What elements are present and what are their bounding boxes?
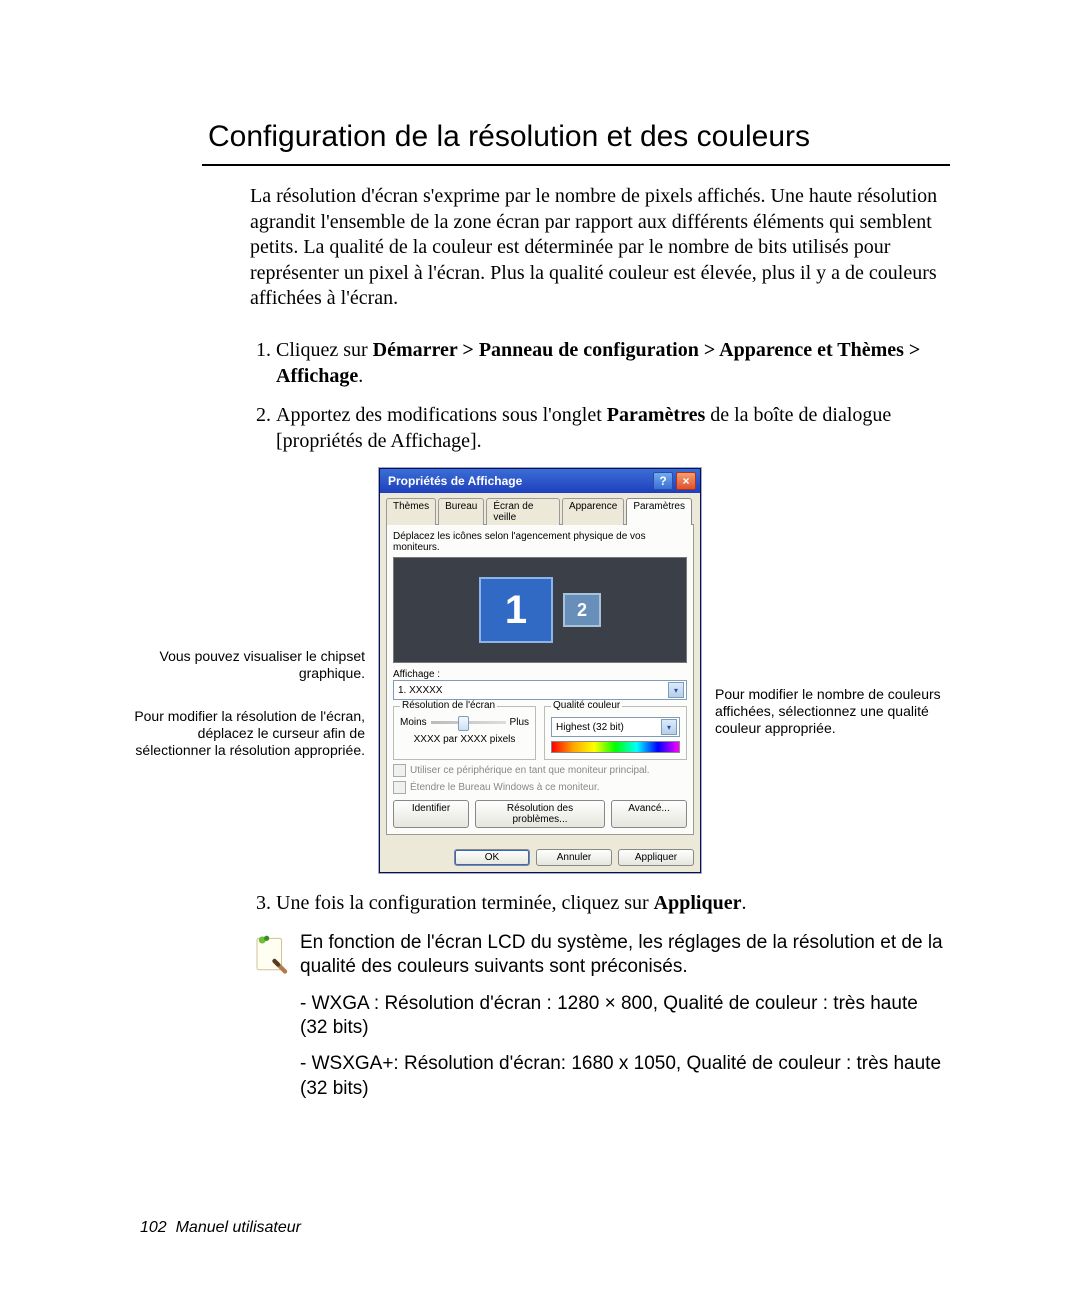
extend-desktop-checkbox[interactable]: Étendre le Bureau Windows à ce moniteur. bbox=[393, 781, 687, 794]
resolution-legend: Résolution de l'écran bbox=[400, 700, 497, 711]
step-3-bold: Appliquer bbox=[654, 892, 742, 914]
step-3: Une fois la configuration terminée, cliq… bbox=[276, 891, 950, 917]
display-properties-dialog: Propriétés de Affichage ? × Thèmes Burea… bbox=[379, 468, 701, 873]
color-quality-value: Highest (32 bit) bbox=[556, 722, 624, 733]
arrange-monitors-label: Déplacez les icônes selon l'agencement p… bbox=[393, 531, 687, 553]
right-callouts: Pour modifier le nombre de couleurs affi… bbox=[701, 468, 951, 740]
page-title: Configuration de la résolution et des co… bbox=[208, 120, 950, 154]
apply-button[interactable]: Appliquer bbox=[618, 849, 694, 866]
note-line-3: - WSXGA+: Résolution d'écran: 1680 x 105… bbox=[300, 1052, 950, 1101]
help-icon: ? bbox=[659, 474, 666, 488]
step-1: Cliquez sur Démarrer > Panneau de config… bbox=[276, 338, 950, 389]
resolution-readout: XXXX par XXXX pixels bbox=[400, 734, 529, 745]
callout-color-quality: Pour modifier le nombre de couleurs affi… bbox=[715, 686, 951, 736]
help-button[interactable]: ? bbox=[653, 472, 673, 490]
color-quality-select[interactable]: Highest (32 bit) ▾ bbox=[551, 717, 680, 737]
manual-page: Configuration de la résolution et des co… bbox=[0, 0, 1080, 1309]
step-3-pre: Une fois la configuration terminée, cliq… bbox=[276, 892, 654, 914]
resolution-min-label: Moins bbox=[400, 717, 427, 728]
color-quality-group: Qualité couleur Highest (32 bit) ▾ bbox=[544, 706, 687, 760]
step-1-post: . bbox=[358, 365, 363, 387]
checkbox-icon bbox=[393, 764, 406, 777]
step-3-post: . bbox=[741, 892, 746, 914]
left-callouts: Vous pouvez visualiser le chipset graphi… bbox=[129, 468, 379, 762]
resolution-slider[interactable] bbox=[431, 721, 506, 724]
page-footer: 102 Manuel utilisateur bbox=[140, 1219, 301, 1237]
dialog-title: Propriétés de Affichage bbox=[388, 474, 522, 488]
monitor-arrangement[interactable]: 1 2 bbox=[393, 557, 687, 663]
resolution-group: Résolution de l'écran Moins Plus XXXX pa… bbox=[393, 706, 536, 760]
display-field: Affichage : 1. XXXXX ▾ bbox=[393, 669, 687, 700]
primary-monitor-checkbox[interactable]: Utiliser ce périphérique en tant que mon… bbox=[393, 764, 687, 777]
display-value: 1. XXXXX bbox=[398, 685, 442, 696]
ok-button[interactable]: OK bbox=[454, 849, 530, 866]
chevron-down-icon[interactable]: ▾ bbox=[661, 719, 677, 735]
footer-label: Manuel utilisateur bbox=[176, 1219, 301, 1236]
step-2-bold: Paramètres bbox=[607, 404, 705, 426]
note-icon bbox=[250, 931, 300, 1113]
dialog-button-row: OK Annuler Appliquer bbox=[380, 841, 700, 872]
intro-paragraph: La résolution d'écran s'exprime par le n… bbox=[250, 184, 950, 312]
display-label: Affichage : bbox=[393, 669, 440, 680]
resolution-max-label: Plus bbox=[510, 717, 529, 728]
step-2-pre: Apportez des modifications sous l'onglet bbox=[276, 404, 607, 426]
checkbox-icon bbox=[393, 781, 406, 794]
tab-screensaver[interactable]: Écran de veille bbox=[486, 498, 560, 525]
settings-panel: Déplacez les icônes selon l'agencement p… bbox=[386, 524, 694, 835]
callout-chipset: Vous pouvez visualiser le chipset graphi… bbox=[129, 648, 365, 682]
color-spectrum-icon bbox=[551, 741, 680, 753]
tab-themes[interactable]: Thèmes bbox=[386, 498, 436, 525]
monitor-2-icon[interactable]: 2 bbox=[563, 593, 601, 627]
advanced-button[interactable]: Avancé... bbox=[611, 800, 687, 828]
note-text: En fonction de l'écran LCD du système, l… bbox=[300, 931, 950, 1113]
cancel-button[interactable]: Annuler bbox=[536, 849, 612, 866]
step-list-continued: Une fois la configuration terminée, cliq… bbox=[250, 891, 950, 917]
extend-desktop-label: Étendre le Bureau Windows à ce moniteur. bbox=[410, 782, 600, 793]
figure-row: Vous pouvez visualiser le chipset graphi… bbox=[0, 468, 1080, 873]
dialog-titlebar[interactable]: Propriétés de Affichage ? × bbox=[380, 469, 700, 493]
close-button[interactable]: × bbox=[676, 472, 696, 490]
note-line-2: - WXGA : Résolution d'écran : 1280 × 800… bbox=[300, 992, 950, 1041]
callout-resolution: Pour modifier la résolution de l'écran, … bbox=[129, 708, 365, 758]
step-list: Cliquez sur Démarrer > Panneau de config… bbox=[250, 338, 950, 454]
page-number: 102 bbox=[140, 1219, 167, 1236]
step-2: Apportez des modifications sous l'onglet… bbox=[276, 403, 950, 454]
dialog-tabs: Thèmes Bureau Écran de veille Apparence … bbox=[380, 493, 700, 524]
troubleshoot-button[interactable]: Résolution des problèmes... bbox=[475, 800, 605, 828]
note-block: En fonction de l'écran LCD du système, l… bbox=[250, 931, 950, 1113]
tab-settings[interactable]: Paramètres bbox=[626, 498, 692, 525]
primary-monitor-label: Utiliser ce périphérique en tant que mon… bbox=[410, 765, 650, 776]
monitor-1-icon[interactable]: 1 bbox=[479, 577, 553, 643]
color-quality-legend: Qualité couleur bbox=[551, 700, 622, 711]
close-icon: × bbox=[682, 474, 689, 488]
note-line-1: En fonction de l'écran LCD du système, l… bbox=[300, 931, 950, 980]
tab-appearance[interactable]: Apparence bbox=[562, 498, 624, 525]
step-1-pre: Cliquez sur bbox=[276, 339, 373, 361]
tab-desktop[interactable]: Bureau bbox=[438, 498, 484, 525]
chevron-down-icon[interactable]: ▾ bbox=[668, 682, 684, 698]
title-rule bbox=[202, 164, 950, 166]
identify-button[interactable]: Identifier bbox=[393, 800, 469, 828]
slider-thumb[interactable] bbox=[458, 716, 469, 731]
display-select[interactable]: 1. XXXXX ▾ bbox=[393, 680, 687, 700]
step-1-bold: Démarrer > Panneau de configuration > Ap… bbox=[276, 339, 920, 387]
